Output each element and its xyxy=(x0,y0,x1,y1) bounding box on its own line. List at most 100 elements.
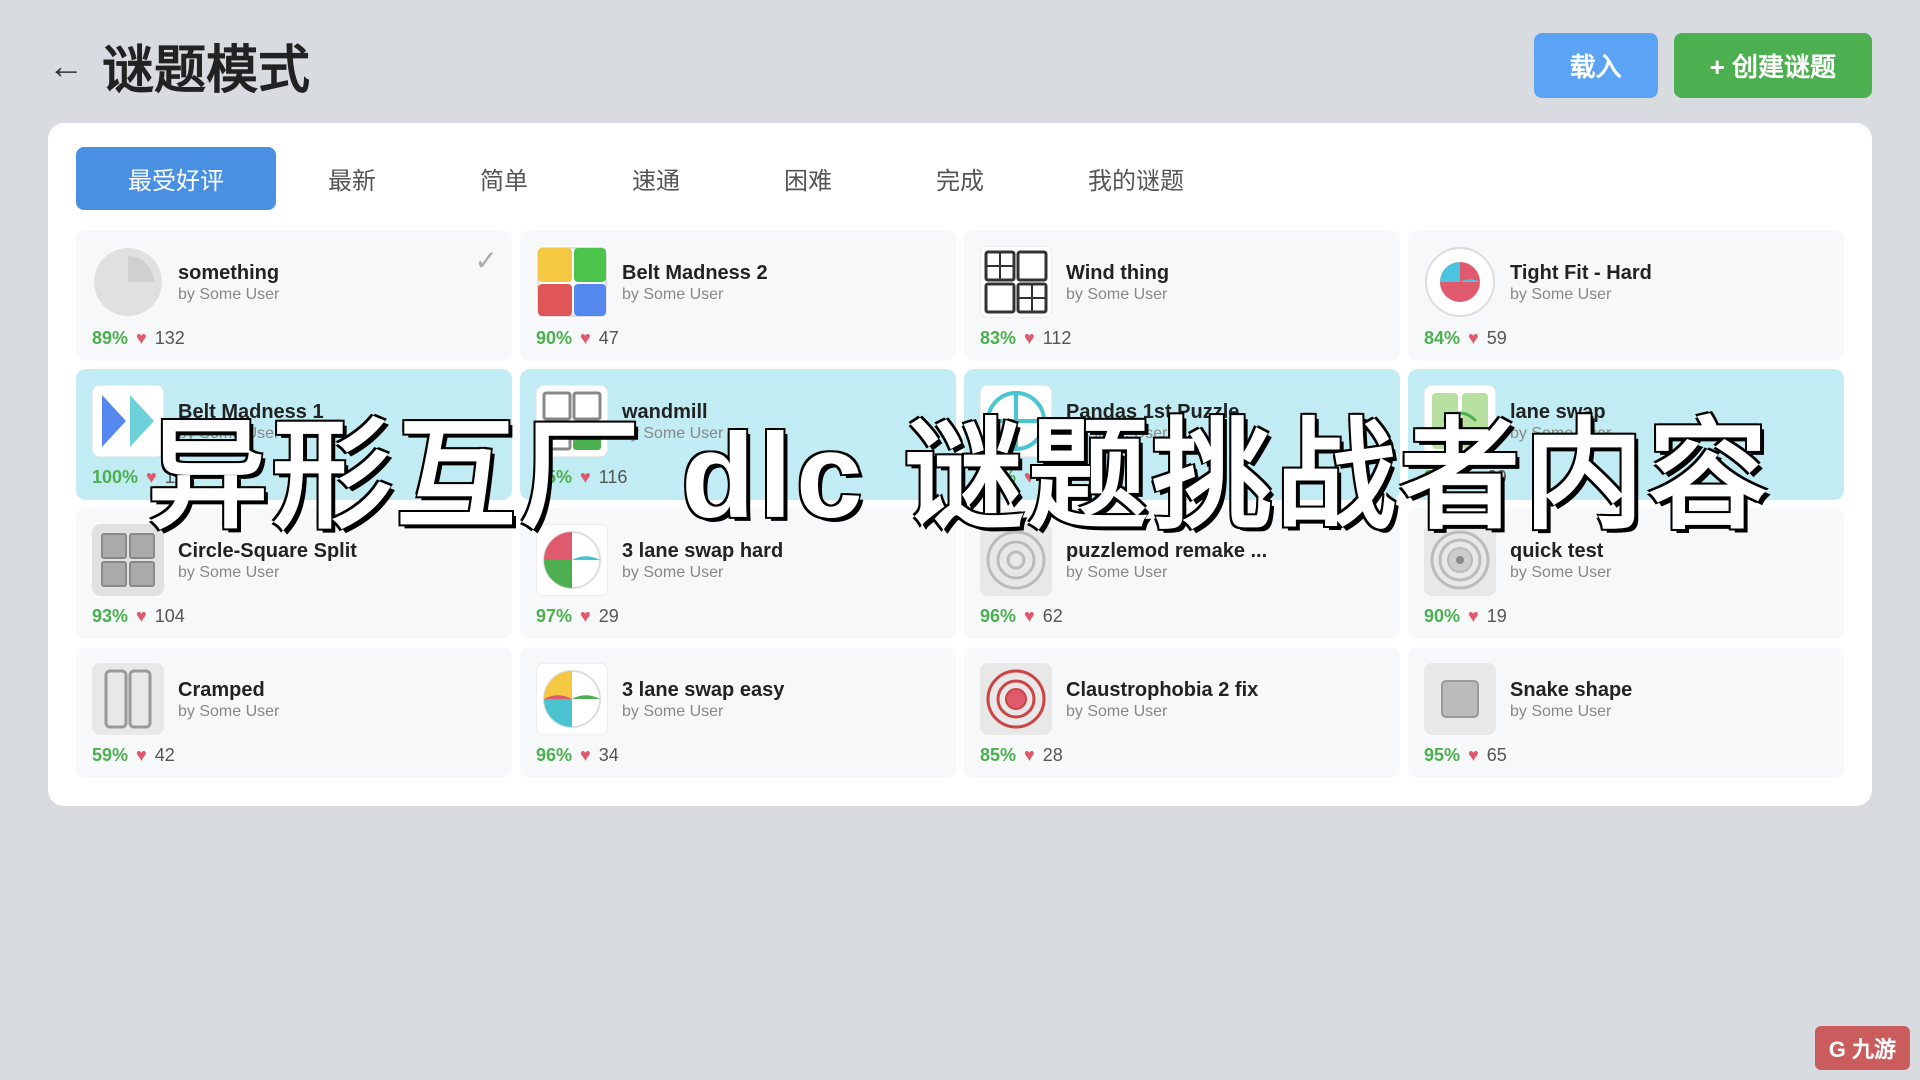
puzzle-card-2-0[interactable]: Circle-Square Splitby Some User93%♥104 xyxy=(76,508,512,639)
heart-icon: ♥ xyxy=(580,467,591,488)
puzzle-card-1-1[interactable]: wandmillby Some User 95% ♥ 116 xyxy=(520,369,956,500)
puzzle-info: Belt Madness 2by Some User xyxy=(622,260,938,304)
puzzle-card-2-2[interactable]: puzzlemod remake ...by Some User 96%♥62 xyxy=(964,508,1400,639)
puzzle-rating: 90% xyxy=(1424,606,1460,627)
puzzle-card-1-3[interactable]: lane swapby Some User89%♥69 xyxy=(1408,369,1844,500)
puzzle-likes: 29 xyxy=(599,606,619,627)
tab-1[interactable]: 最新 xyxy=(276,147,428,210)
puzzle-rating: 89% xyxy=(92,328,128,349)
puzzle-icon-belt1 xyxy=(92,385,164,457)
puzzle-card-inner: 3 lane swap easyby Some User xyxy=(536,663,938,735)
puzzle-stats: 95%♥65 xyxy=(1424,745,1826,766)
puzzle-info: somethingby Some User xyxy=(178,260,494,304)
watermark: G 九游 xyxy=(1815,1026,1910,1070)
puzzle-info: wandmillby Some User xyxy=(622,399,938,443)
puzzle-card-0-1[interactable]: Belt Madness 2by Some User90%♥47 xyxy=(520,230,956,361)
tab-2[interactable]: 简单 xyxy=(428,147,580,210)
puzzle-name: wandmill xyxy=(622,399,938,425)
puzzle-card-inner: Belt Madness 1by Some User xyxy=(92,385,494,457)
puzzle-card-0-2[interactable]: Wind thingby Some User83%♥112 xyxy=(964,230,1400,361)
puzzle-name: Tight Fit - Hard xyxy=(1510,260,1826,286)
puzzle-name: Pandas 1st Puzzle xyxy=(1066,399,1382,425)
puzzle-stats: 93% ♥ 104 xyxy=(92,606,494,627)
puzzle-likes: 104 xyxy=(155,606,185,627)
puzzle-rating: 85% xyxy=(980,745,1016,766)
puzzle-card-inner: quick testby Some User xyxy=(1424,524,1826,596)
puzzle-name: Circle-Square Split xyxy=(178,538,494,564)
check-icon: ✓ xyxy=(475,244,498,277)
puzzle-likes: 116 xyxy=(599,467,628,488)
tab-5[interactable]: 完成 xyxy=(884,147,1036,210)
puzzle-author: by Some User xyxy=(622,703,938,721)
puzzle-card-3-2[interactable]: Claustrophobia 2 fixby Some User85%♥28 xyxy=(964,647,1400,778)
puzzle-icon-claustro xyxy=(980,663,1052,735)
puzzle-card-inner: Belt Madness 2by Some User xyxy=(536,246,938,318)
puzzle-card-inner: Crampedby Some User xyxy=(92,663,494,735)
puzzle-card-3-1[interactable]: 3 lane swap easyby Some User96%♥34 xyxy=(520,647,956,778)
puzzle-info: Snake shapeby Some User xyxy=(1510,677,1826,721)
tab-4[interactable]: 困难 xyxy=(732,147,884,210)
puzzle-info: Crampedby Some User xyxy=(178,677,494,721)
puzzle-name: puzzlemod remake ... xyxy=(1066,538,1382,564)
puzzle-card-1-0[interactable]: Belt Madness 1by Some User100%♥11 xyxy=(76,369,512,500)
puzzle-card-0-3[interactable]: Tight Fit - Hardby Some User84%♥59 xyxy=(1408,230,1844,361)
puzzle-rating: 97% xyxy=(536,606,572,627)
puzzle-icon-puzzlemod xyxy=(980,524,1052,596)
puzzle-name: lane swap xyxy=(1510,399,1826,425)
puzzle-rating: 95% xyxy=(536,467,572,488)
puzzle-author: by Some User xyxy=(178,703,494,721)
puzzle-likes: 11 xyxy=(165,467,184,488)
heart-icon: ♥ xyxy=(580,328,591,349)
puzzle-name: 3 lane swap hard xyxy=(622,538,938,564)
page-title: 谜题模式 xyxy=(102,28,310,103)
heart-icon: ♥ xyxy=(1024,745,1035,766)
puzzle-info: Belt Madness 1by Some User xyxy=(178,399,494,443)
puzzle-card-inner: puzzlemod remake ...by Some User xyxy=(980,524,1382,596)
puzzle-icon-laneswapeasy xyxy=(536,663,608,735)
heart-icon: ♥ xyxy=(1468,467,1479,488)
puzzle-card-3-3[interactable]: Snake shapeby Some User 95%♥65 xyxy=(1408,647,1844,778)
puzzle-rating: 89% xyxy=(1424,467,1460,488)
puzzle-card-0-0[interactable]: somethingby Some User89%♥132✓ xyxy=(76,230,512,361)
puzzle-name: Snake shape xyxy=(1510,677,1826,703)
puzzle-card-inner: Wind thingby Some User xyxy=(980,246,1382,318)
heart-icon: ♥ xyxy=(136,606,147,627)
puzzle-card-2-3[interactable]: quick testby Some User90%♥19 xyxy=(1408,508,1844,639)
puzzle-icon-snakeshape xyxy=(1424,663,1496,735)
puzzle-card-inner: Snake shapeby Some User xyxy=(1424,663,1826,735)
puzzle-stats: 95% ♥ 116 xyxy=(536,467,938,488)
puzzle-author: by Some User xyxy=(1510,286,1826,304)
create-button[interactable]: + 创建谜题 xyxy=(1674,33,1872,98)
puzzle-author: by Some User xyxy=(1066,564,1382,582)
puzzle-name: Belt Madness 1 xyxy=(178,399,494,425)
puzzle-card-2-1[interactable]: 3 lane swap hardby Some User 97%♥29 xyxy=(520,508,956,639)
puzzle-stats: 59% ♥ 42 xyxy=(92,745,494,766)
puzzle-stats: 97%♥29 xyxy=(536,606,938,627)
puzzle-likes: 42 xyxy=(155,745,175,766)
puzzle-likes: 69 xyxy=(1487,467,1507,488)
heart-icon: ♥ xyxy=(1468,328,1479,349)
puzzle-rating: 96% xyxy=(536,745,572,766)
puzzle-info: 3 lane swap easyby Some User xyxy=(622,677,938,721)
puzzle-card-inner: 3 lane swap hardby Some User xyxy=(536,524,938,596)
heart-icon: ♥ xyxy=(136,328,147,349)
puzzle-card-1-2[interactable]: Pandas 1st Puzzleby Some User96%♥133 xyxy=(964,369,1400,500)
puzzle-rating: 59% xyxy=(92,745,128,766)
load-button[interactable]: 载入 xyxy=(1534,33,1658,98)
puzzle-card-inner: Claustrophobia 2 fixby Some User xyxy=(980,663,1382,735)
heart-icon: ♥ xyxy=(136,745,147,766)
puzzle-name: 3 lane swap easy xyxy=(622,677,938,703)
puzzle-rating: 93% xyxy=(92,606,128,627)
puzzle-card-3-0[interactable]: Crampedby Some User 59% ♥ 42 xyxy=(76,647,512,778)
puzzle-info: Claustrophobia 2 fixby Some User xyxy=(1066,677,1382,721)
back-button[interactable]: ← xyxy=(48,45,84,87)
puzzle-rating: 96% xyxy=(980,467,1016,488)
heart-icon: ♥ xyxy=(580,745,591,766)
puzzle-stats: 96%♥62 xyxy=(980,606,1382,627)
tab-6[interactable]: 我的谜题 xyxy=(1036,147,1236,210)
heart-icon: ♥ xyxy=(1024,328,1035,349)
tab-0[interactable]: 最受好评 xyxy=(76,147,276,210)
heart-icon: ♥ xyxy=(1024,467,1035,488)
tab-3[interactable]: 速通 xyxy=(580,147,732,210)
heart-icon: ♥ xyxy=(1468,606,1479,627)
